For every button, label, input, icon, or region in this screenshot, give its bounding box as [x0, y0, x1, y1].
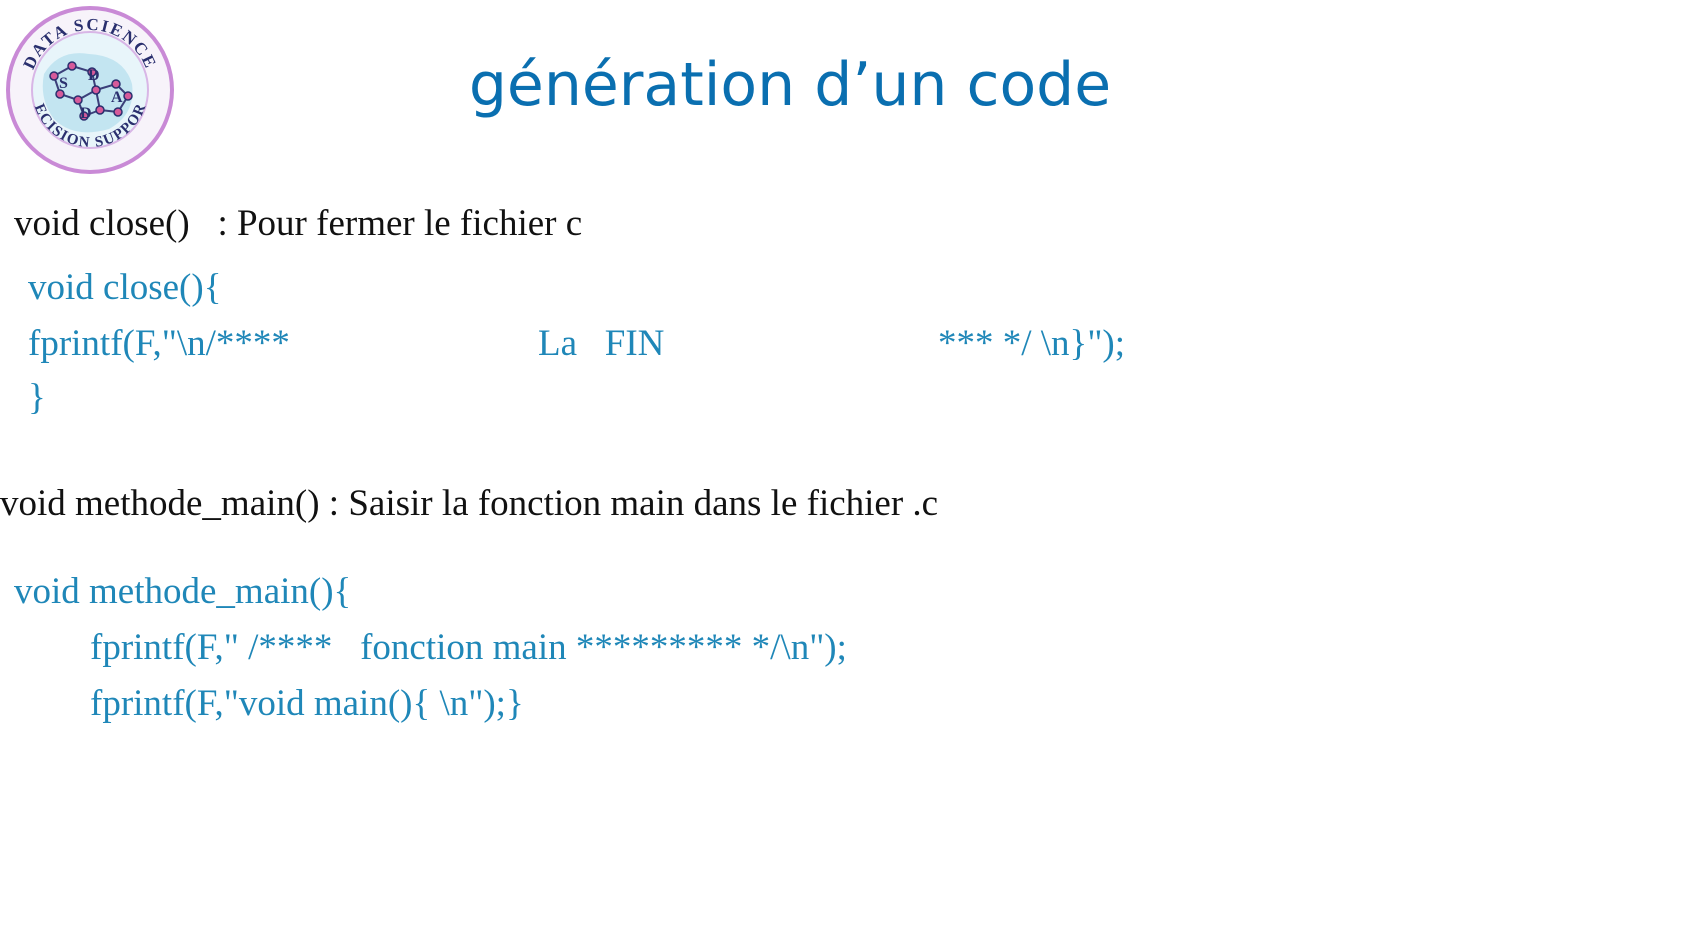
main-code-line-1: void methode_main(){	[14, 571, 352, 612]
close-code-line-2b: La FIN	[538, 323, 665, 364]
close-code-line-3: }	[28, 377, 46, 418]
close-code-line-2a: fprintf(F,"\n/****	[28, 323, 290, 364]
main-description: void methode_main() : Saisir la fonction…	[0, 483, 939, 524]
close-code-line-2c: *** */ \n}");	[938, 323, 1126, 364]
main-code-line-3: fprintf(F,"void main(){ \n");}	[90, 683, 524, 724]
main-code-line-2: fprintf(F," /**** fonction main ********…	[90, 627, 847, 668]
close-code-line-1: void close(){	[28, 267, 222, 308]
page-title: génération d’un code	[468, 50, 1112, 120]
close-description: void close() : Pour fermer le fichier c	[14, 203, 583, 244]
